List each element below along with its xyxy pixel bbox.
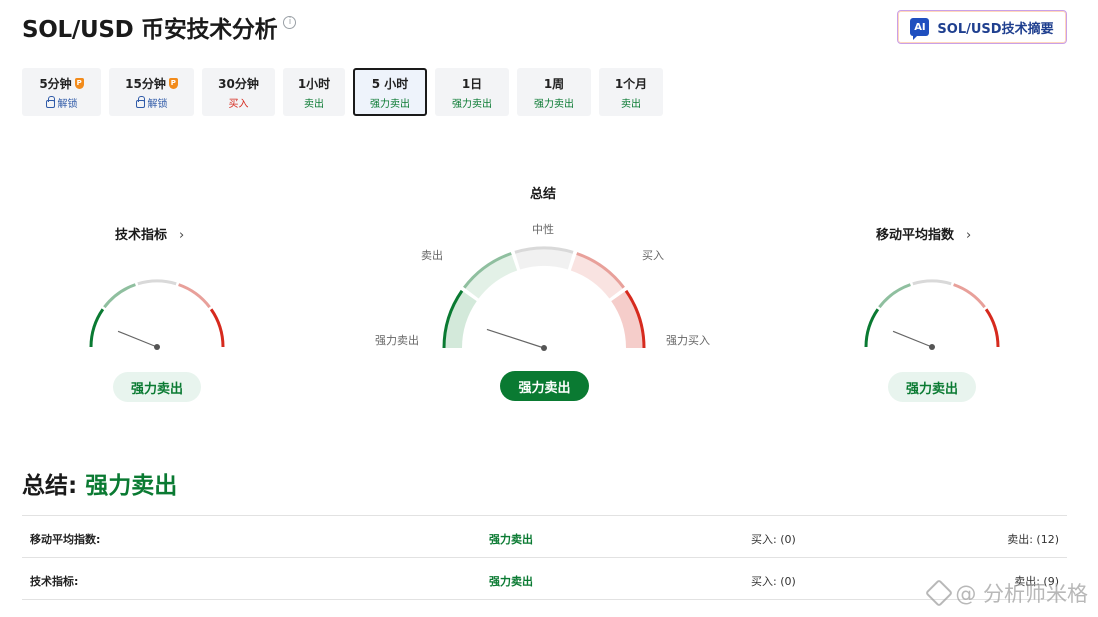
gauge-segment-sell bbox=[103, 283, 136, 309]
table-row: 技术指标: 强力卖出 买入: (0) 卖出: (9) bbox=[22, 558, 1067, 600]
summary-table: 移动平均指数: 强力卖出 买入: (0) 卖出: (12) 技术指标: 强力卖出… bbox=[22, 515, 1067, 600]
timeframe-tabs: 5分钟 P 解锁 15分钟 P 解锁 30分钟 买入 1小时 卖出 5 小时 强力卖… bbox=[22, 68, 663, 116]
summary-gauge-title: 总结 bbox=[530, 187, 557, 202]
row-name: 移动平均指数: bbox=[30, 533, 101, 546]
tab-1month[interactable]: 1个月 卖出 bbox=[599, 68, 663, 116]
moving-avg-gauge bbox=[864, 279, 1000, 350]
technical-gauge-title[interactable]: 技术指标 › bbox=[115, 224, 184, 243]
gauge-needle bbox=[486, 328, 545, 349]
brand-logo-icon bbox=[925, 578, 954, 608]
technical-result-badge: 强力卖出 bbox=[113, 372, 201, 402]
gauge-segment-buy bbox=[953, 283, 986, 309]
row-sell-count: 卖出: (12) bbox=[1007, 533, 1059, 546]
moving-avg-gauge-title[interactable]: 移动平均指数 › bbox=[876, 224, 971, 243]
page-title: SOL/USD 币安技术分析 i bbox=[22, 10, 297, 44]
pro-icon: P bbox=[168, 77, 178, 89]
tab-5min[interactable]: 5分钟 P 解锁 bbox=[22, 68, 101, 116]
lock-icon bbox=[135, 95, 145, 108]
tab-status: 强力卖出 bbox=[370, 98, 410, 110]
tab-status: 解锁 bbox=[57, 98, 78, 110]
tab-30min[interactable]: 30分钟 买入 bbox=[202, 68, 275, 116]
tab-label: 30分钟 bbox=[218, 76, 259, 91]
gauge-band-buy bbox=[570, 253, 624, 299]
tab-status: 解锁 bbox=[147, 98, 168, 110]
tab-label: 15分钟 bbox=[125, 76, 166, 91]
summary-heading-value: 强力卖出 bbox=[85, 473, 178, 499]
gauge-segment-strong-buy bbox=[209, 308, 225, 348]
row-signal: 强力卖出 bbox=[489, 533, 533, 546]
row-name: 技术指标: bbox=[30, 575, 79, 588]
summary-heading-label: 总结: bbox=[22, 473, 78, 499]
summary-result-badge: 强力卖出 bbox=[500, 371, 589, 401]
technical-gauge-title-text: 技术指标 bbox=[115, 228, 168, 243]
watermark: @ 分析师米格 bbox=[925, 578, 1088, 608]
moving-avg-result-badge: 强力卖出 bbox=[888, 372, 976, 402]
summary-gauge bbox=[442, 246, 646, 351]
lock-icon bbox=[45, 95, 55, 108]
moving-avg-gauge-title-text: 移动平均指数 bbox=[876, 228, 955, 243]
tab-1hour[interactable]: 1小时 卖出 bbox=[283, 68, 345, 116]
gauge-band-sell bbox=[464, 253, 518, 299]
row-buy-count: 买入: (0) bbox=[751, 533, 796, 546]
ai-summary-button[interactable]: AI SOL/USD技术摘要 bbox=[897, 10, 1067, 44]
tab-status: 卖出 bbox=[304, 98, 324, 110]
summary-heading: 总结: 强力卖出 bbox=[22, 466, 177, 500]
tab-status: 买入 bbox=[228, 98, 249, 110]
gauge-segment-sell bbox=[878, 283, 911, 309]
tab-status: 强力卖出 bbox=[452, 98, 492, 110]
technical-gauge bbox=[89, 279, 225, 350]
tab-1day[interactable]: 1日 强力卖出 bbox=[435, 68, 509, 116]
info-icon[interactable]: i bbox=[283, 16, 297, 29]
row-buy-count: 买入: (0) bbox=[751, 575, 796, 588]
tab-label: 1周 bbox=[543, 76, 565, 91]
gauge-segment-buy bbox=[178, 283, 211, 309]
watermark-text: @ 分析师米格 bbox=[955, 582, 1088, 606]
gauge-pivot bbox=[541, 345, 547, 351]
gauge-segment-neutral bbox=[912, 279, 952, 286]
chevron-right-icon[interactable]: › bbox=[179, 228, 184, 243]
gauge-needle bbox=[892, 330, 933, 348]
page-title-text: SOL/USD 币安技术分析 bbox=[22, 17, 278, 43]
tab-status: 卖出 bbox=[621, 98, 641, 110]
chevron-right-icon[interactable]: › bbox=[966, 228, 971, 243]
gauge-segment-strong-sell bbox=[89, 308, 105, 348]
gauge-segment-strong-sell bbox=[864, 308, 880, 348]
gauge-segment-strong-buy bbox=[984, 308, 1000, 348]
gauge-needle bbox=[117, 330, 158, 348]
gauge-pivot bbox=[929, 344, 935, 350]
gauge-segment-neutral bbox=[137, 279, 177, 286]
tab-label: 5 小时 bbox=[371, 76, 409, 91]
gauge-label-strong-sell: 强力卖出 bbox=[375, 334, 419, 347]
gauge-label-neutral: 中性 bbox=[532, 223, 554, 236]
tab-label: 1小时 bbox=[297, 76, 331, 91]
tab-label: 5分钟 bbox=[39, 76, 72, 91]
gauge-pivot bbox=[154, 344, 160, 350]
row-signal: 强力卖出 bbox=[489, 575, 533, 588]
tab-label: 1个月 bbox=[614, 76, 648, 91]
tab-1week[interactable]: 1周 强力卖出 bbox=[517, 68, 591, 116]
tab-15min[interactable]: 15分钟 P 解锁 bbox=[109, 68, 194, 116]
pro-icon: P bbox=[74, 77, 84, 89]
ai-summary-label: SOL/USD技术摘要 bbox=[937, 21, 1054, 37]
tab-label: 1日 bbox=[461, 76, 483, 91]
ai-chat-icon: AI bbox=[910, 18, 930, 40]
gauge-label-strong-buy: 强力买入 bbox=[666, 334, 710, 347]
table-row: 移动平均指数: 强力卖出 买入: (0) 卖出: (12) bbox=[22, 516, 1067, 558]
tab-status: 强力卖出 bbox=[534, 98, 574, 110]
tab-5hour[interactable]: 5 小时 强力卖出 bbox=[353, 68, 427, 116]
